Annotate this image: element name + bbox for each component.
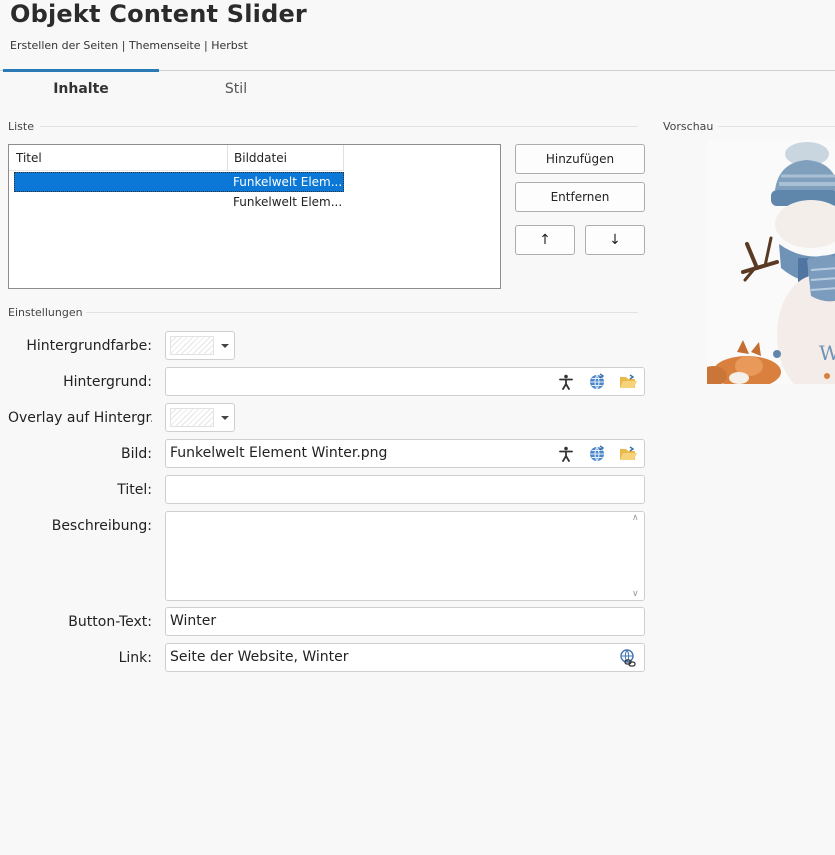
background-label: Hintergrund: xyxy=(63,374,152,390)
chevron-down-icon xyxy=(221,416,229,420)
background-color-label: Hintergrundfarbe: xyxy=(26,338,152,354)
background-color-picker[interactable] xyxy=(165,331,235,360)
title-field[interactable] xyxy=(165,475,645,504)
remove-button[interactable]: Entfernen xyxy=(515,182,645,212)
preview-section-divider xyxy=(718,126,835,127)
list-section-label: Liste xyxy=(8,120,34,133)
move-up-button[interactable]: ↑ xyxy=(515,225,575,255)
preview-image: W xyxy=(707,140,835,384)
button-text-field[interactable]: Winter xyxy=(165,607,645,636)
scrollbar[interactable]: ∧ ∨ xyxy=(630,512,644,600)
overlay-label: Overlay auf Hintergr... xyxy=(8,410,152,426)
chevron-down-icon xyxy=(221,344,229,348)
list-item[interactable]: Funkelwelt Elem... xyxy=(14,172,344,192)
page-title: Objekt Content Slider xyxy=(10,0,307,28)
title-label: Titel: xyxy=(117,482,152,498)
image-label: Bild: xyxy=(121,446,152,462)
button-text-label: Button-Text: xyxy=(68,614,152,630)
web-globe-icon[interactable] xyxy=(585,370,609,394)
list-item-bilddatei: Funkelwelt Elem... xyxy=(233,195,343,209)
preview-section-label: Vorschau xyxy=(663,120,714,133)
list-item[interactable]: Funkelwelt Elem... xyxy=(14,192,344,212)
folder-open-icon[interactable] xyxy=(616,370,640,394)
breadcrumb: Erstellen der Seiten | Themenseite | Her… xyxy=(10,39,248,52)
folder-open-icon[interactable] xyxy=(616,442,640,466)
column-header-bilddatei[interactable]: Bilddatei xyxy=(227,145,344,171)
description-textarea[interactable]: ∧ ∨ xyxy=(165,511,645,601)
settings-section-label: Einstellungen xyxy=(8,306,83,319)
tab-inhalte[interactable]: Inhalte xyxy=(3,69,159,105)
list-section-divider xyxy=(40,126,638,127)
slide-list[interactable]: Titel Bilddatei Funkelwelt Elem... Funke… xyxy=(8,144,501,289)
color-swatch xyxy=(170,336,214,355)
list-item-bilddatei: Funkelwelt Elem... xyxy=(233,175,343,189)
link-field[interactable]: Seite der Website, Winter xyxy=(165,643,645,672)
web-globe-icon[interactable] xyxy=(585,442,609,466)
overlay-color-picker[interactable] xyxy=(165,403,235,432)
accessibility-icon[interactable] xyxy=(554,370,578,394)
accessibility-icon[interactable] xyxy=(554,442,578,466)
settings-section-divider xyxy=(86,312,638,313)
scroll-down-icon[interactable]: ∨ xyxy=(632,589,639,599)
list-header: Titel Bilddatei xyxy=(9,145,344,171)
link-globe-icon[interactable] xyxy=(616,646,640,670)
scroll-up-icon[interactable]: ∧ xyxy=(632,513,639,523)
description-label: Beschreibung: xyxy=(51,518,152,534)
link-label: Link: xyxy=(118,650,152,666)
tab-bar: Inhalte Stil xyxy=(0,69,835,106)
move-down-button[interactable]: ↓ xyxy=(585,225,645,255)
color-swatch xyxy=(170,408,214,427)
tab-stil[interactable]: Stil xyxy=(158,71,314,105)
svg-text:W: W xyxy=(819,341,835,365)
add-button[interactable]: Hinzufügen xyxy=(515,144,645,174)
column-header-titel[interactable]: Titel xyxy=(16,145,226,171)
